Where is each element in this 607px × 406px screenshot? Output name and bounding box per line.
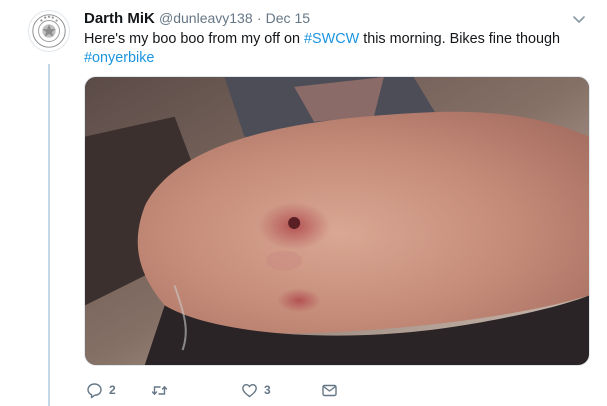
tweet: Darth MiK @dunleavy138 · Dec 15 Here's m… xyxy=(0,0,607,406)
tweet-text: Here's my boo boo from my off on #SWCW t… xyxy=(84,30,594,68)
hashtag-link[interactable]: #SWCW xyxy=(304,31,359,47)
tweet-text-part: this morning. Bikes fine though xyxy=(359,31,560,47)
retweet-icon xyxy=(151,385,168,395)
like-button[interactable]: 3 xyxy=(241,382,321,399)
more-options-button[interactable] xyxy=(571,11,587,27)
retweet-button[interactable] xyxy=(151,382,241,399)
envelope-icon xyxy=(322,384,337,396)
photo-content xyxy=(85,77,589,365)
like-count: 3 xyxy=(264,383,271,397)
heart-icon xyxy=(242,383,257,397)
separator: · xyxy=(256,10,262,26)
hashtag-link[interactable]: #onyerbike xyxy=(84,50,154,66)
thread-line xyxy=(48,64,50,406)
author-name[interactable]: Darth MiK xyxy=(84,10,155,27)
tweet-text-part: Here's my boo boo from my off on xyxy=(84,31,305,47)
tweet-date[interactable]: Dec 15 xyxy=(266,10,310,26)
tweet-photo[interactable] xyxy=(84,76,590,366)
reply-count: 2 xyxy=(109,383,116,397)
club-crest-icon xyxy=(29,11,69,51)
author-handle[interactable]: @dunleavy138 xyxy=(159,10,253,26)
avatar[interactable] xyxy=(28,10,70,52)
reply-button[interactable]: 2 xyxy=(86,382,151,399)
chevron-down-icon xyxy=(573,16,585,23)
reply-icon xyxy=(87,382,102,398)
tweet-header: Darth MiK @dunleavy138 · Dec 15 xyxy=(84,9,310,28)
tweet-actions: 2 3 xyxy=(84,380,351,400)
direct-message-button[interactable] xyxy=(321,382,351,399)
